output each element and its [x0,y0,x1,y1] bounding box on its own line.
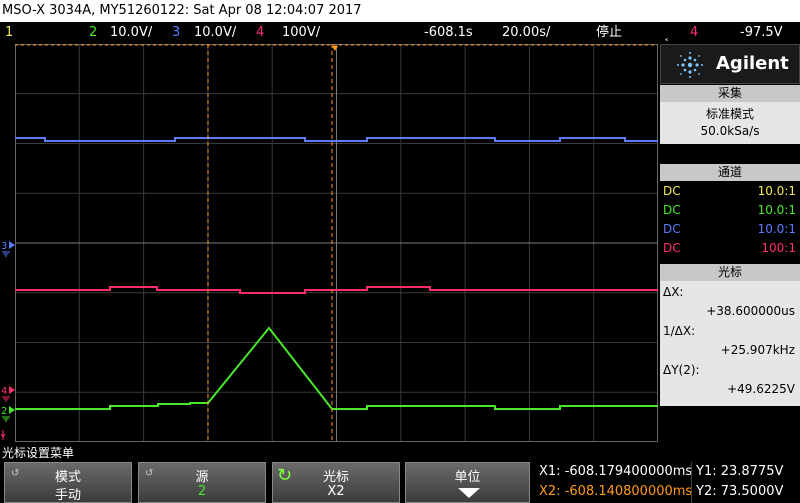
channel-row-2: DC 10.0:1 [663,203,796,217]
svg-text:2: 2 [1,406,7,417]
time-delay: -608.1s [424,25,473,40]
delta-x-value: +38.600000us [706,304,795,318]
channels-header[interactable]: 通道 [660,164,800,181]
ch4-indicator[interactable]: 4 [256,22,264,44]
channel-row-4: DC 100:1 [663,241,796,255]
acq-mode: 标准模式 [705,107,754,121]
channel-markers: 3 4 2 [0,241,15,440]
ch2-scale: 10.0V/ [110,25,153,40]
acq-header[interactable]: 采集 [660,85,800,102]
ch3-scale: 10.0V/ [194,25,237,40]
mode-softkey[interactable]: ↺ 模式 手动 [4,462,132,503]
trigger-channel: 4 [690,25,699,40]
delta-y-label: ΔY(2): [663,363,700,377]
inverse-delta-x-label: 1/ΔX: [663,324,696,338]
channels-section: DC 10.0:1 DC 10.0:1 DC 10.0:1 DC 100:1 [660,181,800,261]
delta-x-label: ΔX: [663,285,684,299]
submenu-arrow-icon [458,488,480,498]
inverse-delta-x-value: +25.907kHz [720,343,795,357]
delta-y-value: +49.6225V [727,382,795,396]
status-bar: 1 2 10.0V/ 3 10.0V/ 4 100V/ -608.1s 20.0… [0,22,800,44]
cursors-header[interactable]: 光标 [660,264,800,281]
svg-text:4: 4 [1,386,7,397]
cursor-readout: X1: -608.179400000ms X2: -608.140800000m… [536,462,800,503]
trigger-level: -97.5V [740,25,783,40]
trigger-edge-icon: ˱ [664,24,669,42]
cursor-x1-readout: X1: -608.179400000ms [539,464,693,479]
acq-rate: 50.0kSa/s [700,124,760,138]
window-title: MSO-X 3034A, MY51260122: Sat Apr 08 12:0… [0,0,800,22]
channel-row-1: DC 10.0:1 [663,184,796,198]
acq-section: 标准模式 50.0kSa/s [660,102,800,144]
units-softkey[interactable]: 单位 [405,462,530,503]
brand-name: Agilent [716,53,789,74]
ch3-indicator[interactable]: 3 [172,22,180,44]
ch2-ground-marker[interactable]: 2 [1,406,15,422]
ch1-indicator[interactable]: 1 [5,22,13,44]
svg-text:3: 3 [1,241,7,252]
ch3-ground-marker[interactable]: 3 [1,241,15,257]
cursor-x2-readout: X2: -608.140800000ms [539,484,693,499]
agilent-logo: Agilent [660,44,800,84]
ch4-scale: 100V/ [282,25,321,40]
source-softkey[interactable]: ↺ 源 2 [138,462,266,503]
run-state: 停止 [596,25,623,40]
info-sidebar: Agilent 采集 标准模式 50.0kSa/s 通道 DC 10.0:1 DC… [660,44,800,442]
cursor-y2-readout: Y2: 73.5000V [696,484,784,499]
ch4-ground-marker[interactable]: 4 [1,386,15,402]
timebase: 20.00s/ [502,25,551,40]
menu-title: 光标设置菜单 [2,446,75,460]
cursor-y1-readout: Y1: 23.8775V [696,464,784,479]
ch2-indicator[interactable]: 2 [89,22,97,44]
waveform-display[interactable] [15,44,658,442]
cursor-softkey[interactable]: ↻ 光标 X2 [272,462,400,503]
readout-divider [691,462,692,503]
cursors-section: ΔX: +38.600000us 1/ΔX: +25.907kHz ΔY(2):… [660,281,800,406]
channel-row-3: DC 10.0:1 [663,222,796,236]
spark-icon [677,52,703,78]
